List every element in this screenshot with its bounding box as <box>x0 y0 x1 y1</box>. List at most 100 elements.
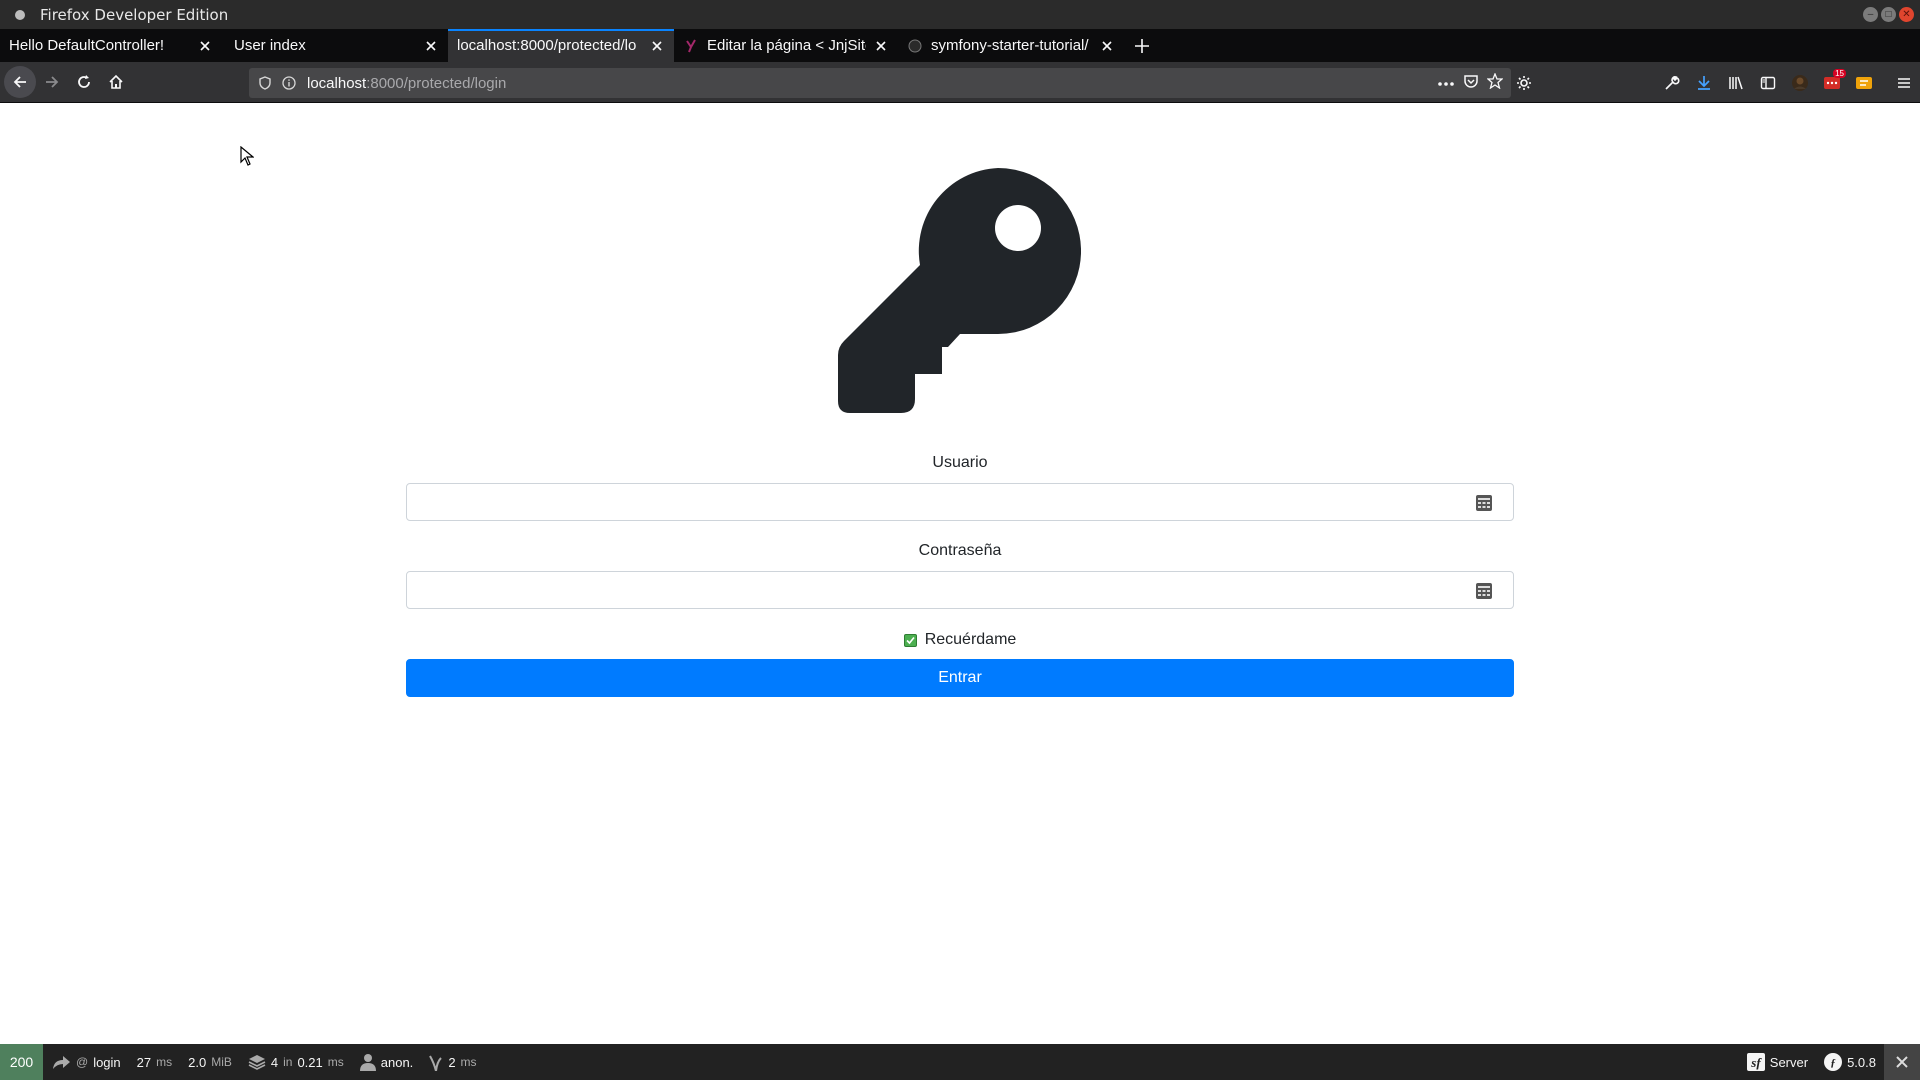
route-arrow-icon <box>53 1056 70 1069</box>
url-bar[interactable]: localhost:8000/protected/login <box>249 68 1511 98</box>
time-value: 27 <box>136 1054 152 1070</box>
hamburger-menu-icon[interactable] <box>1888 67 1920 99</box>
close-tab-icon[interactable] <box>196 37 214 55</box>
maximize-button[interactable]: □ <box>1881 7 1896 22</box>
remember-me-label[interactable]: Recuérdame <box>925 631 1017 649</box>
window-title: Firefox Developer Edition <box>40 5 229 24</box>
sidebar-icon[interactable] <box>1752 67 1784 99</box>
profiler-route-item[interactable]: @ login <box>43 1044 129 1080</box>
tab-strip: Hello DefaultController! User index loca… <box>0 29 1920 62</box>
profiler-right: sf Server ƒ 5.0.8 <box>1739 1044 1920 1080</box>
profiler-memory-item[interactable]: 2.0 MiB <box>180 1044 240 1080</box>
close-tab-icon[interactable] <box>872 37 890 55</box>
tab-label: localhost:8000/protected/lo <box>457 37 637 54</box>
db-time-unit: ms <box>327 1055 344 1069</box>
svg-text:sf: sf <box>1750 1055 1762 1070</box>
bookmark-star-icon[interactable] <box>1486 71 1504 94</box>
symfony-profiler-toolbar: 200 @ login 27 ms 2.0 MiB 4 in 0.21 ms a… <box>0 1044 1920 1080</box>
home-icon <box>109 74 123 89</box>
close-tab-icon[interactable] <box>1098 37 1116 55</box>
db-in-label: in <box>283 1055 293 1069</box>
tab-hello-defaultcontroller[interactable]: Hello DefaultController! <box>0 29 222 62</box>
url-actions <box>1437 68 1504 98</box>
reload-icon <box>78 75 90 88</box>
notification-badge: 15 <box>1833 68 1846 78</box>
downloads-icon[interactable] <box>1688 67 1720 99</box>
password-manager-icon[interactable] <box>1475 582 1493 600</box>
user-name: anon. <box>380 1054 414 1070</box>
close-tab-icon[interactable] <box>422 37 440 55</box>
yoast-favicon-icon <box>683 38 699 54</box>
twig-time-unit: ms <box>460 1055 477 1069</box>
username-label: Usuario <box>932 454 988 471</box>
tab-login-active[interactable]: localhost:8000/protected/lo <box>448 29 674 62</box>
url-text[interactable]: localhost:8000/protected/login <box>307 75 506 92</box>
profiler-server-item[interactable]: sf Server <box>1739 1044 1816 1080</box>
password-label: Contraseña <box>918 542 1002 559</box>
memory-unit: MiB <box>211 1055 232 1069</box>
json-extension-icon[interactable] <box>1848 67 1880 99</box>
extension-gear-icon[interactable] <box>1508 67 1540 99</box>
window-controls: – □ ✕ <box>1863 7 1914 22</box>
profiler-version-item[interactable]: ƒ 5.0.8 <box>1816 1044 1884 1080</box>
tracking-protection-shield-icon[interactable] <box>253 68 277 98</box>
database-layers-icon <box>248 1055 266 1070</box>
time-unit: ms <box>156 1055 173 1069</box>
close-window-button[interactable]: ✕ <box>1899 7 1914 22</box>
close-tab-icon[interactable] <box>648 37 666 55</box>
github-favicon-icon <box>907 38 923 54</box>
password-manager-icon[interactable] <box>1475 494 1493 512</box>
tab-user-index[interactable]: User index <box>222 29 448 62</box>
remember-me-row: Recuérdame <box>406 629 1514 651</box>
developer-tools-wrench-icon[interactable] <box>1656 67 1688 99</box>
close-profiler-button[interactable] <box>1884 1044 1920 1080</box>
library-icon[interactable] <box>1720 67 1752 99</box>
profiler-user-item[interactable]: anon. <box>352 1044 422 1080</box>
tab-label: symfony-starter-tutorial/ <box>931 37 1089 54</box>
arrow-right-icon <box>46 76 59 88</box>
key-icon <box>838 168 1081 413</box>
plus-icon <box>1135 38 1149 53</box>
url-host: localhost <box>307 74 367 92</box>
forward-button[interactable] <box>36 66 68 98</box>
submit-login-button[interactable]: Entrar <box>406 659 1514 697</box>
tab-label: Editar la página < JnjSite <box>707 37 866 54</box>
page-actions-ellipsis-icon[interactable] <box>1437 74 1455 92</box>
site-info-icon[interactable] <box>277 68 301 98</box>
status-code-badge[interactable]: 200 <box>0 1044 43 1080</box>
tab-symfony-starter-tutorial[interactable]: symfony-starter-tutorial/ <box>898 29 1124 62</box>
symfony-circle-logo-icon: ƒ <box>1824 1053 1843 1071</box>
twig-time: 2 <box>448 1054 456 1070</box>
minimize-button[interactable]: – <box>1863 7 1878 22</box>
db-query-count: 4 <box>270 1054 279 1070</box>
lastpass-extension-icon[interactable]: 15 <box>1816 67 1848 99</box>
account-avatar-icon[interactable] <box>1784 67 1816 99</box>
password-input[interactable] <box>407 572 1513 608</box>
remember-me-checkbox[interactable] <box>903 633 917 647</box>
db-time: 0.21 <box>297 1054 323 1070</box>
mouse-cursor-icon <box>240 146 254 166</box>
back-button[interactable] <box>4 66 36 98</box>
pocket-icon[interactable] <box>1463 73 1479 94</box>
tab-editar-pagina[interactable]: Editar la página < JnjSite <box>674 29 898 62</box>
profiler-database-item[interactable]: 4 in 0.21 ms <box>240 1044 352 1080</box>
username-input[interactable] <box>407 484 1513 520</box>
tab-label: Hello DefaultController! <box>9 37 165 54</box>
login-form: Usuario Contraseña Recuérdame Entrar <box>406 450 1514 697</box>
profiler-twig-item[interactable]: 2 ms <box>421 1044 484 1080</box>
symfony-logo-icon: sf <box>1746 1053 1765 1071</box>
home-button[interactable] <box>100 66 132 98</box>
toolbar-right: 15 <box>1656 62 1920 103</box>
reload-button[interactable] <box>68 66 100 98</box>
checkmark-icon <box>906 636 915 644</box>
tab-label: User index <box>234 37 306 54</box>
password-field-wrapper <box>406 571 1514 609</box>
route-prefix: @ <box>76 1055 89 1069</box>
symfony-version: 5.0.8 <box>1847 1054 1876 1070</box>
user-icon <box>359 1054 376 1071</box>
new-tab-button[interactable] <box>1124 29 1160 62</box>
url-path: :8000/protected/login <box>366 74 507 92</box>
window-app-icon <box>15 9 25 20</box>
username-field-wrapper <box>406 483 1514 521</box>
profiler-time-item[interactable]: 27 ms <box>129 1044 180 1080</box>
